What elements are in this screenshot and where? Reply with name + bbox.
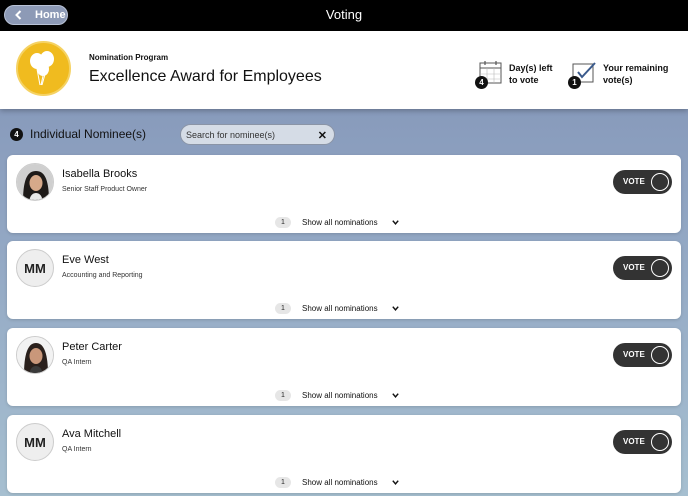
chevron-down-icon bbox=[391, 479, 399, 485]
nominee-name: Peter Carter bbox=[62, 341, 122, 353]
person-photo-icon bbox=[17, 164, 53, 200]
show-nominations-label: Show all nominations bbox=[302, 477, 378, 487]
avatar: MM bbox=[16, 249, 54, 287]
show-nominations-toggle[interactable]: 1 Show all nominations bbox=[275, 476, 400, 488]
nominee-role: Accounting and Reporting bbox=[62, 272, 143, 279]
avatar bbox=[16, 336, 54, 374]
nominee-card: Peter Carter QA Intern VOTE 1 Show all n… bbox=[7, 328, 681, 406]
nominee-name: Eve West bbox=[62, 254, 109, 266]
vote-label: VOTE bbox=[623, 263, 645, 272]
nomination-count: 1 bbox=[275, 389, 291, 401]
search-input[interactable]: Search for nominee(s) ✕ bbox=[180, 124, 335, 145]
chevron-down-icon bbox=[391, 392, 399, 398]
nominee-list-title: Individual Nominee(s) bbox=[30, 127, 147, 141]
show-nominations-toggle[interactable]: 1 Show all nominations bbox=[275, 302, 400, 314]
vote-toggle-icon bbox=[651, 433, 669, 451]
nominee-list-header: 4 Individual Nominee(s) bbox=[10, 127, 146, 141]
search-placeholder: Search for nominee(s) bbox=[186, 129, 276, 140]
nomination-count: 1 bbox=[275, 476, 291, 488]
show-nominations-label: Show all nominations bbox=[302, 390, 378, 400]
nominee-count-badge: 4 bbox=[10, 127, 23, 141]
avatar bbox=[16, 163, 54, 201]
page-title: Voting bbox=[325, 7, 363, 22]
vote-button[interactable]: VOTE bbox=[613, 256, 672, 280]
days-left-count: 4 bbox=[475, 76, 488, 89]
nomination-count: 1 bbox=[275, 216, 291, 228]
program-logo bbox=[16, 41, 71, 96]
vote-button[interactable]: VOTE bbox=[613, 430, 672, 454]
avatar: MM bbox=[16, 423, 54, 461]
vote-label: VOTE bbox=[623, 437, 645, 446]
program-label: Nomination Program bbox=[89, 53, 169, 62]
avatar-initials: MM bbox=[24, 260, 46, 276]
vote-toggle-icon bbox=[651, 346, 669, 364]
remaining-votes-label: Your remaining vote(s) bbox=[603, 63, 669, 85]
show-nominations-toggle[interactable]: 1 Show all nominations bbox=[275, 216, 400, 228]
nominee-name: Ava Mitchell bbox=[62, 428, 122, 440]
show-nominations-label: Show all nominations bbox=[302, 217, 378, 227]
chevron-down-icon bbox=[391, 219, 399, 225]
close-icon[interactable]: ✕ bbox=[318, 129, 327, 142]
remaining-votes-count: 1 bbox=[568, 76, 581, 89]
nominee-name: Isabella Brooks bbox=[62, 168, 138, 180]
avatar-initials: MM bbox=[24, 434, 46, 450]
nominee-role: QA Intern bbox=[62, 359, 92, 366]
program-title: Excellence Award for Employees bbox=[89, 68, 322, 85]
show-nominations-toggle[interactable]: 1 Show all nominations bbox=[275, 389, 400, 401]
show-nominations-label: Show all nominations bbox=[302, 303, 378, 313]
balloons-icon bbox=[30, 51, 54, 86]
person-photo-icon bbox=[17, 337, 53, 373]
days-left-label: Day(s) left to vote bbox=[509, 63, 553, 85]
nominee-card: MM Eve West Accounting and Reporting VOT… bbox=[7, 241, 681, 319]
nominee-role: Senior Staff Product Owner bbox=[62, 186, 148, 193]
vote-label: VOTE bbox=[623, 350, 645, 359]
program-header: Nomination Program Excellence Award for … bbox=[0, 31, 688, 109]
nominee-card: MM Ava Mitchell QA Intern VOTE 1 Show al… bbox=[7, 415, 681, 493]
nomination-count: 1 bbox=[275, 302, 291, 314]
top-bar: Home Voting bbox=[0, 0, 688, 31]
nominee-role: QA Intern bbox=[62, 446, 92, 453]
vote-toggle-icon bbox=[651, 259, 669, 277]
nominee-card: Isabella Brooks Senior Staff Product Own… bbox=[7, 155, 681, 233]
vote-toggle-icon bbox=[651, 173, 669, 191]
vote-button[interactable]: VOTE bbox=[613, 170, 672, 194]
vote-button[interactable]: VOTE bbox=[613, 343, 672, 367]
chevron-down-icon bbox=[391, 305, 399, 311]
vote-label: VOTE bbox=[623, 177, 645, 186]
